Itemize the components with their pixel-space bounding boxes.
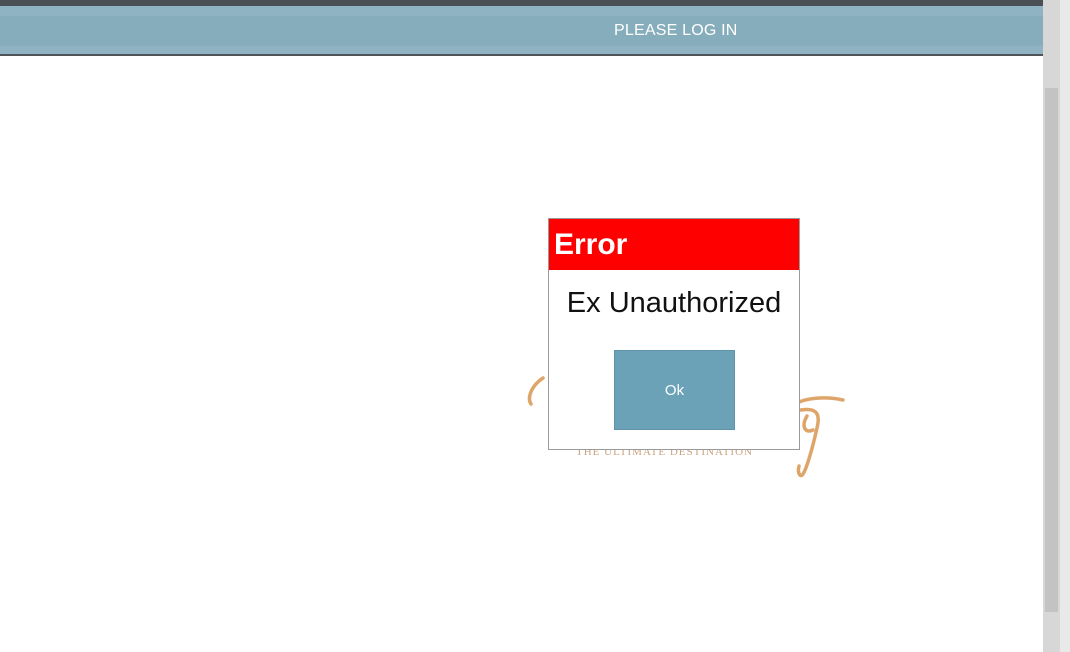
dialog-message: Ex Unauthorized (566, 287, 782, 319)
scrollbar-thumb[interactable] (1045, 88, 1058, 612)
app-header: PLEASE LOG IN (0, 6, 1043, 56)
ok-button[interactable]: Ok (614, 350, 735, 430)
header-title: PLEASE LOG IN (614, 22, 738, 39)
dialog-title: Error (549, 219, 799, 270)
error-dialog: Error Ex Unauthorized Ok (548, 218, 800, 450)
header-band (0, 16, 1043, 46)
